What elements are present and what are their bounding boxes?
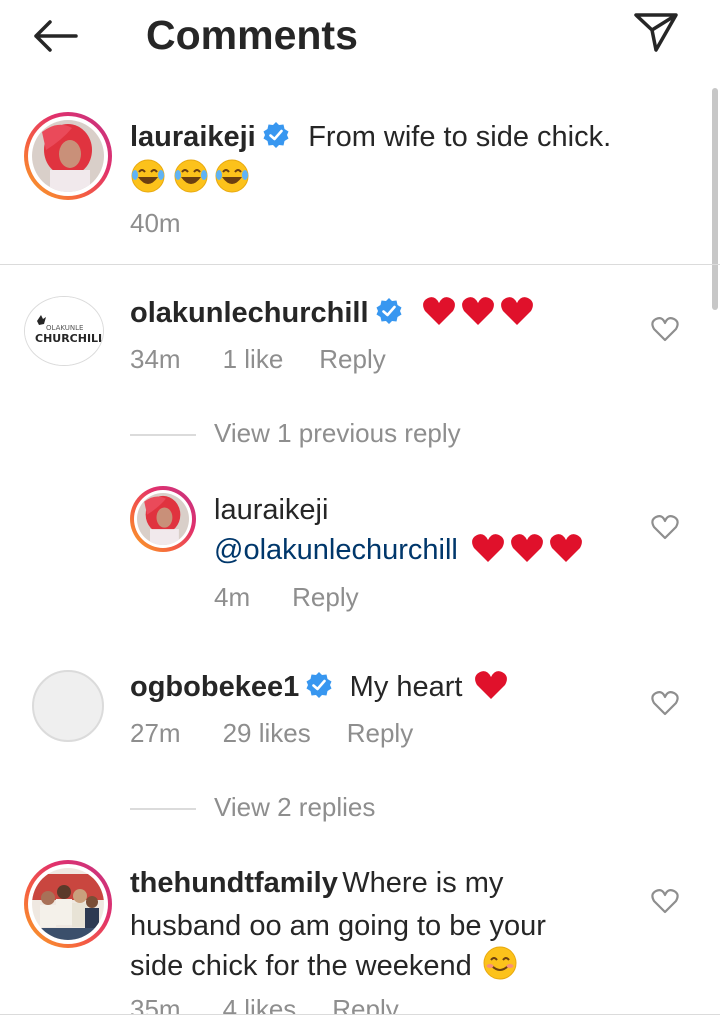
username[interactable]: lauraikeji	[214, 490, 588, 530]
verified-badge-icon	[262, 121, 290, 149]
timestamp: 34m	[130, 344, 181, 374]
avatar[interactable]	[24, 112, 112, 200]
comment-body: thehundtfamily Where is my husband oo am…	[130, 864, 670, 996]
caption-meta: 40m	[130, 208, 217, 239]
comment-text: side chick for the weekend	[130, 950, 472, 982]
like-heart-icon[interactable]	[650, 314, 680, 344]
reply-button[interactable]: Reply	[292, 582, 358, 612]
reply-button[interactable]: Reply	[347, 718, 413, 748]
caption-body: lauraikeji From wife to side chick.	[130, 116, 690, 163]
username[interactable]: olakunlechurchill	[130, 297, 369, 329]
reply-meta: 4m Reply	[214, 582, 395, 613]
comment-text: Where is my	[342, 867, 504, 899]
avatar[interactable]	[24, 860, 112, 948]
username[interactable]: thehundtfamily	[130, 867, 338, 899]
timestamp: 27m	[130, 718, 181, 748]
avatar[interactable]	[32, 670, 104, 742]
username[interactable]: lauraikeji	[130, 121, 256, 153]
divider	[0, 264, 720, 265]
like-heart-icon[interactable]	[650, 688, 680, 718]
like-heart-icon[interactable]	[650, 512, 680, 542]
page-title: Comments	[146, 12, 358, 58]
caption-text: From wife to side chick.	[308, 121, 612, 153]
comment-text: My heart	[349, 671, 463, 703]
avatar-logo-text: CHURCHILL	[35, 332, 104, 345]
thread-line	[130, 808, 196, 810]
bottom-edge	[0, 1014, 720, 1030]
comment-body: olakunlechurchill	[130, 292, 539, 345]
mention-link[interactable]: @olakunlechurchill	[214, 534, 458, 566]
like-count[interactable]: 29 likes	[223, 718, 311, 748]
verified-badge-icon	[375, 297, 403, 325]
like-count[interactable]: 1 like	[223, 344, 284, 374]
avatar[interactable]	[130, 486, 196, 552]
back-arrow-icon[interactable]	[30, 14, 82, 58]
comment-body: ogbobekee1 My heart	[130, 666, 511, 719]
direct-message-icon[interactable]	[632, 10, 680, 54]
scrollbar[interactable]	[712, 88, 718, 310]
like-heart-icon[interactable]	[650, 886, 680, 916]
avatar[interactable]: OLAKUNLE CHURCHILL	[24, 296, 104, 366]
caption-emojis	[130, 158, 252, 194]
red-hearts-emoji-icon	[421, 294, 539, 345]
laughing-emoji-icon	[174, 159, 208, 193]
verified-badge-icon	[305, 671, 333, 699]
comment-text: husband oo am going to be your	[130, 910, 546, 942]
comment-meta: 27m 29 likes Reply	[130, 718, 449, 749]
red-hearts-emoji-icon	[470, 531, 588, 581]
timestamp: 4m	[214, 582, 251, 612]
smiling-emoji-icon	[482, 945, 518, 996]
reply-body: lauraikeji @olakunlechurchill	[214, 490, 588, 581]
username[interactable]: ogbobekee1	[130, 671, 299, 703]
timestamp: 40m	[130, 208, 181, 238]
laughing-emoji-icon	[215, 159, 249, 193]
reply-button[interactable]: Reply	[319, 344, 385, 374]
comment-meta: 34m 1 like Reply	[130, 344, 422, 375]
thread-line	[130, 434, 196, 436]
avatar-logo-text: OLAKUNLE	[46, 324, 83, 332]
top-bar: Comments	[0, 0, 720, 72]
red-heart-emoji-icon	[473, 668, 511, 719]
laughing-emoji-icon	[131, 159, 165, 193]
